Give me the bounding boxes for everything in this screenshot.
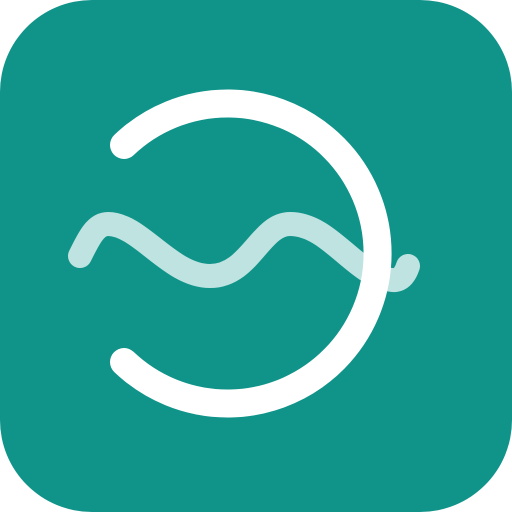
app-icon[interactable] xyxy=(0,0,512,512)
app-icon-svg xyxy=(0,0,512,512)
